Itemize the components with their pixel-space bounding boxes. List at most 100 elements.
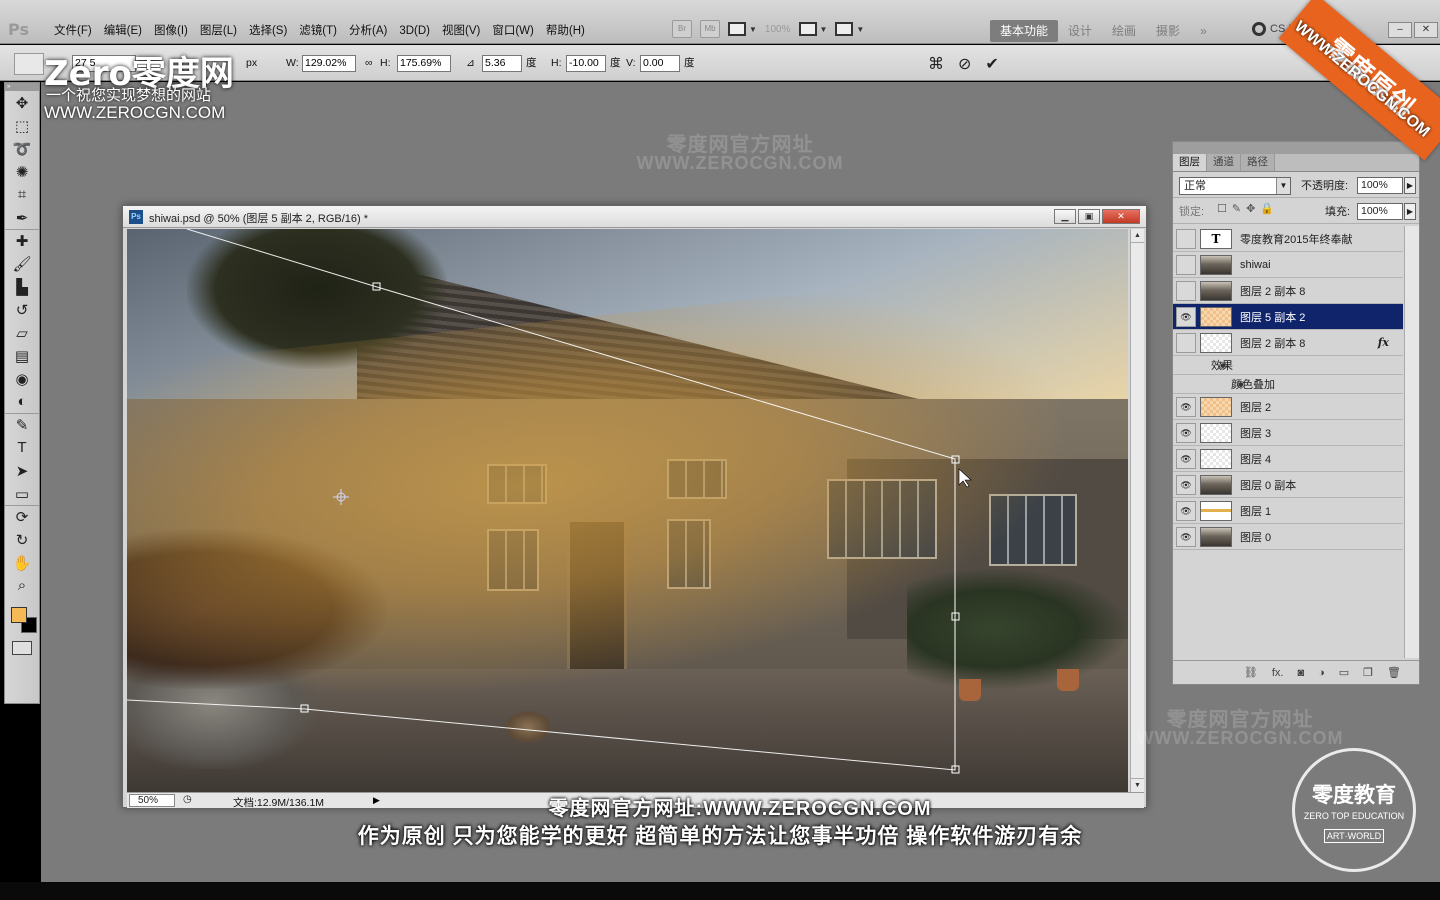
bridge-button[interactable]: Br	[672, 20, 692, 38]
menu-file[interactable]: 文件(F)	[48, 22, 98, 40]
lock-position-icon[interactable]: ✥	[1246, 202, 1255, 215]
layer-row[interactable]: T 零度教育2015年终奉献	[1173, 226, 1403, 252]
doc-maximize-button[interactable]: ▣	[1078, 209, 1100, 224]
quick-mask-icon[interactable]	[12, 641, 32, 655]
eye-icon[interactable]: 👁	[1176, 474, 1196, 495]
eye-icon[interactable]: ◉	[1219, 360, 1227, 371]
eraser-tool-icon[interactable]: ▱	[5, 321, 39, 344]
scroll-down-icon[interactable]: ▼	[1131, 778, 1144, 792]
opacity-arrow-icon[interactable]: ▶	[1404, 177, 1416, 194]
screen-mode-dropdown[interactable]: ▼	[835, 20, 864, 38]
tool-preset-picker[interactable]	[14, 53, 44, 75]
eye-icon[interactable]: 👁	[1176, 526, 1196, 547]
workspace-design[interactable]: 设计	[1058, 20, 1102, 42]
zoom-tool-icon[interactable]: ⌕	[5, 574, 39, 597]
app-minimize-button[interactable]: –	[1388, 22, 1412, 38]
width-field[interactable]: 129.02%	[302, 55, 356, 72]
workspace-essentials[interactable]: 基本功能	[990, 20, 1059, 42]
3d-rotate-tool-icon[interactable]: ⟳	[5, 505, 39, 528]
layer-row[interactable]: 👁 图层 2	[1173, 394, 1403, 420]
lock-transparency-icon[interactable]: ☐	[1217, 202, 1227, 215]
eye-icon[interactable]: ◉	[1237, 379, 1245, 390]
eye-icon[interactable]: 👁	[1176, 448, 1196, 469]
fill-arrow-icon[interactable]: ▶	[1404, 203, 1416, 220]
gradient-tool-icon[interactable]: ▤	[5, 344, 39, 367]
new-layer-icon[interactable]: ❐	[1363, 666, 1373, 679]
visibility-toggle[interactable]	[1176, 228, 1196, 249]
fx-icon[interactable]: fx	[1378, 336, 1389, 349]
doc-minimize-button[interactable]: ▁	[1054, 209, 1076, 224]
opacity-field[interactable]: 100%	[1357, 177, 1403, 194]
fx-icon[interactable]: fx.	[1272, 667, 1284, 679]
quick-select-tool-icon[interactable]: ✺	[5, 160, 39, 183]
layers-scrollbar[interactable]	[1404, 226, 1419, 658]
crop-tool-icon[interactable]: ⌗	[5, 183, 39, 206]
clone-stamp-tool-icon[interactable]: ▙	[5, 275, 39, 298]
workspace-photography[interactable]: 摄影	[1146, 20, 1190, 42]
link-aspect-icon[interactable]: ∞	[365, 56, 373, 71]
type-tool-icon[interactable]: T	[5, 436, 39, 459]
document-vertical-scrollbar[interactable]: ▲ ▼	[1130, 229, 1144, 792]
eye-icon[interactable]: 👁	[1176, 306, 1196, 327]
lock-all-icon[interactable]: 🔒	[1260, 202, 1274, 215]
horizontal-skew-field[interactable]: -10.00	[566, 55, 606, 72]
eyedropper-tool-icon[interactable]: ✒	[5, 206, 39, 229]
adjustment-icon[interactable]: ◑	[1318, 667, 1325, 679]
lock-pixels-icon[interactable]: ✎	[1232, 202, 1241, 215]
folder-icon[interactable]: ▭	[1339, 666, 1349, 679]
transform-center-icon[interactable]	[333, 489, 349, 505]
menu-3d[interactable]: 3D(D)	[393, 22, 436, 40]
menu-edit[interactable]: 编辑(E)	[98, 22, 148, 40]
menu-layer[interactable]: 图层(L)	[194, 22, 243, 40]
blur-tool-icon[interactable]: ◉	[5, 367, 39, 390]
commit-transform-icon[interactable]: ✔	[985, 54, 998, 74]
scroll-up-icon[interactable]: ▲	[1131, 229, 1144, 243]
effects-row[interactable]: ◉ 效果	[1173, 356, 1403, 375]
layer-row[interactable]: 👁 图层 4	[1173, 446, 1403, 472]
layer-row[interactable]: 图层 2 副本 8	[1173, 278, 1403, 304]
menu-filter[interactable]: 滤镜(T)	[293, 22, 343, 40]
height-field[interactable]: 175.69%	[397, 55, 451, 72]
rotation-field[interactable]: 5.36	[482, 55, 522, 72]
mini-bridge-button[interactable]: Mb	[700, 20, 720, 38]
layer-row[interactable]: 👁 图层 1	[1173, 498, 1403, 524]
3d-orbit-tool-icon[interactable]: ↻	[5, 528, 39, 551]
visibility-toggle[interactable]	[1176, 280, 1196, 301]
healing-brush-tool-icon[interactable]: ✚	[5, 229, 39, 252]
layer-row[interactable]: 👁 图层 3	[1173, 420, 1403, 446]
menu-window[interactable]: 窗口(W)	[486, 22, 540, 40]
free-transform-bounding-box[interactable]	[127, 229, 1128, 792]
layer-row[interactable]: 图层 2 副本 8 fx	[1173, 330, 1403, 356]
layer-row-selected[interactable]: 👁 图层 5 副本 2	[1173, 304, 1403, 330]
app-close-button[interactable]: ✕	[1414, 22, 1438, 38]
lasso-tool-icon[interactable]: ➰	[5, 137, 39, 160]
view-extras-dropdown[interactable]: ▼	[728, 20, 757, 38]
visibility-toggle[interactable]	[1176, 332, 1196, 353]
trash-icon[interactable]: 🗑	[1387, 666, 1401, 679]
brush-tool-icon[interactable]: 🖌	[5, 252, 39, 275]
eye-icon[interactable]: 👁	[1176, 396, 1196, 417]
zoom-level[interactable]: 100%	[765, 24, 791, 35]
foreground-color-swatch[interactable]	[11, 607, 27, 623]
tab-paths[interactable]: 路径	[1241, 154, 1275, 171]
dodge-tool-icon[interactable]: ◐	[5, 390, 39, 413]
menu-help[interactable]: 帮助(H)	[540, 22, 591, 40]
workspace-more-button[interactable]: »	[1190, 20, 1217, 42]
tab-channels[interactable]: 通道	[1207, 154, 1241, 171]
panel-header[interactable]	[1173, 142, 1419, 154]
move-tool-icon[interactable]: ✥	[5, 91, 39, 114]
blend-mode-select[interactable]: 正常 ▼	[1179, 177, 1291, 195]
menu-view[interactable]: 视图(V)	[436, 22, 486, 40]
warp-mode-icon[interactable]: ⌘	[928, 54, 944, 74]
path-select-tool-icon[interactable]: ➤	[5, 459, 39, 482]
layer-row[interactable]: 👁 图层 0	[1173, 524, 1403, 550]
doc-close-button[interactable]: ✕	[1102, 209, 1140, 224]
vertical-skew-field[interactable]: 0.00	[640, 55, 680, 72]
fill-field[interactable]: 100%	[1357, 203, 1403, 220]
layer-row[interactable]: shiwai	[1173, 252, 1403, 278]
layer-row[interactable]: 👁 图层 0 副本	[1173, 472, 1403, 498]
eye-icon[interactable]: 👁	[1176, 422, 1196, 443]
marquee-tool-icon[interactable]: ⬚	[5, 114, 39, 137]
hand-tool-icon[interactable]: ✋	[5, 551, 39, 574]
history-brush-tool-icon[interactable]: ↺	[5, 298, 39, 321]
